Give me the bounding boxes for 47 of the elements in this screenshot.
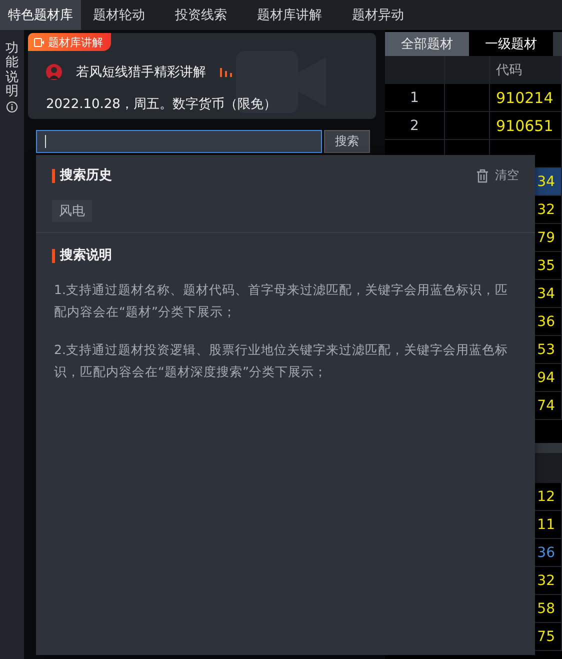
- code-cell: 35: [537, 258, 555, 274]
- code-cell-text: 910214: [495, 88, 554, 106]
- code-cell: 58: [537, 600, 555, 616]
- top-tab[interactable]: 特色题材库: [0, 0, 81, 30]
- code-cell: 36: [537, 314, 555, 330]
- code-cell: 75: [537, 628, 555, 644]
- category-tab[interactable]: 一级题材: [469, 32, 553, 56]
- lecture-card[interactable]: 题材库讲解 若风短线猎手精彩讲解 2022.10.28，周五。数字货币（限免）: [28, 33, 376, 119]
- top-tab[interactable]: 题材异动: [344, 0, 412, 30]
- code-cell: 34: [537, 286, 555, 302]
- avatar: [46, 64, 62, 80]
- badge-text: 题材库讲解: [48, 34, 103, 50]
- code-cell: 74: [537, 398, 555, 414]
- audio-bars-icon: [220, 67, 232, 77]
- trash-icon: [476, 168, 489, 182]
- table-row[interactable]: 2 910651: [385, 112, 562, 140]
- code-cell: 94: [537, 370, 555, 386]
- column-header: 代码: [495, 62, 522, 78]
- code-cell: 34: [537, 174, 555, 190]
- search-button[interactable]: 搜索: [324, 130, 370, 153]
- video-icon: [34, 38, 44, 46]
- code-cell: 36: [537, 544, 555, 560]
- code-cell: 12: [537, 488, 555, 504]
- history-title: 搜索历史: [52, 168, 112, 182]
- help-paragraph: 1.支持通过题材名称、题材代码、首字母来过滤匹配，关键字会用蓝色标识，匹配内容会在“题材”分类下展示；: [54, 281, 509, 321]
- top-tab[interactable]: 投资线索: [167, 0, 235, 30]
- table-row[interactable]: 1 910214: [385, 84, 562, 112]
- help-paragraph: 2.支持通过题材投资逻辑、股票行业地位关键字来过滤匹配，关键字会用蓝色标识，匹配内容会在“题材深度搜索”分类下展示；: [54, 341, 509, 381]
- lecture-subtitle: 2022.10.28，周五。数字货币（限免）: [46, 96, 276, 113]
- top-tab[interactable]: 题材轮动: [85, 0, 153, 30]
- row-number: 2: [409, 118, 420, 134]
- side-label[interactable]: 功能说明: [6, 42, 18, 100]
- top-tab[interactable]: 题材库讲解: [249, 0, 330, 30]
- code-cell: 53: [537, 342, 555, 358]
- help-title: 搜索说明: [52, 249, 112, 263]
- history-chip[interactable]: 风电: [52, 200, 92, 222]
- code-cell: 11: [537, 516, 555, 532]
- row-number: 1: [409, 90, 420, 106]
- info-icon[interactable]: [6, 101, 18, 114]
- code-cell: 32: [537, 572, 555, 588]
- lecture-title: 若风短线猎手精彩讲解: [76, 64, 206, 81]
- category-tab[interactable]: 全部题材: [385, 32, 469, 56]
- code-cell: 79: [537, 230, 555, 246]
- search-field[interactable]: [36, 130, 322, 153]
- code-cell-text: 910651: [495, 116, 554, 134]
- clear-button[interactable]: 清空: [476, 167, 519, 184]
- code-cell: 32: [537, 202, 555, 218]
